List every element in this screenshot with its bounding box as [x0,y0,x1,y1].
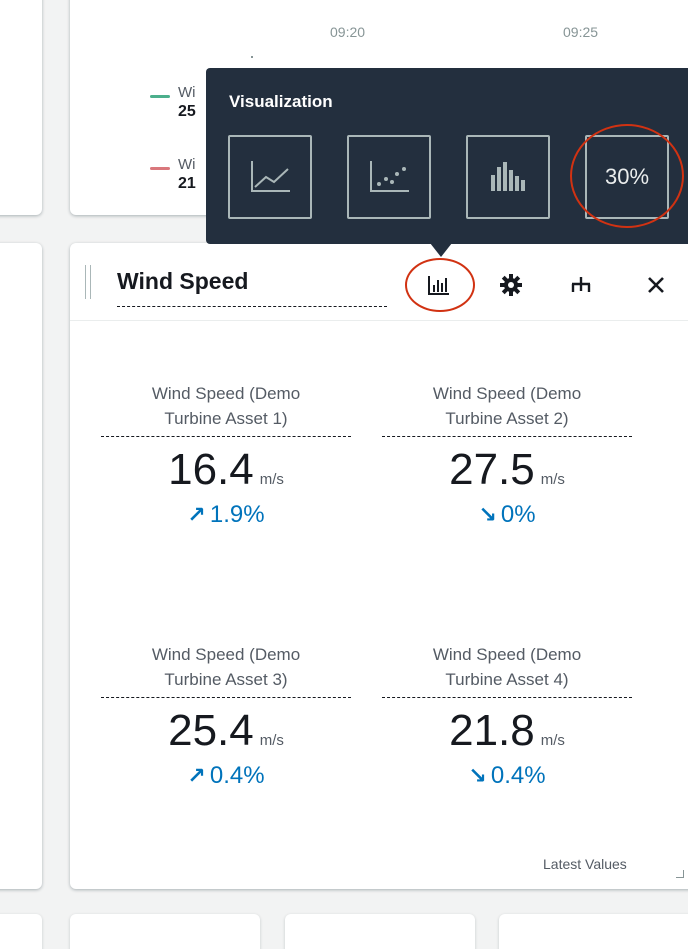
kpi-option-label: 30% [604,164,650,189]
kpi-unit: m/s [259,471,284,488]
kpi-tile: Wind Speed (Demo Turbine Asset 3) 25.4 m/s… [101,642,351,790]
trend-up-icon: ↗ [187,763,206,788]
kpi-delta: 0% [500,501,536,528]
x-axis-tick: 09:20 [330,24,366,40]
bar-chart-icon [491,162,525,191]
kpi-trend: ↘ 0.4% [382,762,632,790]
partial-widget-bottom [285,914,475,949]
kpi-value: 21.8 [449,706,535,755]
kpi-trend: ↘ 0% [382,501,632,529]
chart-point [251,56,253,58]
visualization-button[interactable] [424,270,454,300]
visualization-icon [428,276,449,295]
gear-icon [500,274,522,296]
popover-title: Visualization [229,92,333,111]
kpi-tile: Wind Speed (Demo Turbine Asset 4) 21.8 m/s… [382,642,632,790]
latest-values-label: Latest Values [543,856,627,872]
partial-widget-bottom [70,914,260,949]
bar-chart-option[interactable] [466,135,550,219]
x-axis-tick: 09:25 [563,24,599,40]
visualization-popover: Visualization 30% [206,68,688,244]
close-icon [648,277,664,293]
legend-name: Wi [178,84,196,101]
kpi-unit: m/s [259,732,284,749]
resize-handle[interactable] [676,870,684,878]
legend-swatch [150,95,170,98]
kpi-tile: Wind Speed (Demo Turbine Asset 1) 16.4 m/s… [101,381,351,529]
trend-down-icon: ↘ [478,502,497,527]
kpi-label[interactable]: Wind Speed (Demo Turbine Asset 3) [101,642,351,698]
scatter-chart-icon [370,161,409,192]
close-button[interactable] [641,270,671,300]
kpi-value: 27.5 [449,445,535,494]
kpi-unit: m/s [540,732,565,749]
widget-title[interactable]: Wind Speed [117,268,248,295]
scatter-chart-option[interactable] [347,135,431,219]
legend-swatch [150,167,170,170]
title-underline [117,306,387,307]
kpi-label[interactable]: Wind Speed (Demo Turbine Asset 1) [101,381,351,437]
kpi-delta: 0.4% [490,762,546,789]
trend-up-icon: ↗ [187,502,206,527]
legend-value: 21 [178,175,196,192]
kpi-delta: 1.9% [209,501,265,528]
line-chart-icon [251,161,290,192]
kpi-label[interactable]: Wind Speed (Demo Turbine Asset 4) [382,642,632,698]
kpi-widget [70,243,688,889]
partial-widget-bottom [0,914,42,949]
properties-button[interactable] [566,270,596,300]
legend-name: Wi [178,156,196,173]
popover-pointer [430,243,452,257]
settings-button[interactable] [496,270,526,300]
kpi-unit: m/s [540,471,565,488]
kpi-tile: Wind Speed (Demo Turbine Asset 2) 27.5 m/s… [382,381,632,529]
kpi-delta: 0.4% [209,762,265,789]
kpi-value: 16.4 [168,445,254,494]
partial-widget-left [0,243,42,889]
kpi-trend: ↗ 0.4% [101,762,351,790]
kpi-value: 25.4 [168,706,254,755]
partial-widget-bottom [499,914,688,949]
hierarchy-icon [571,277,591,292]
kpi-trend: ↗ 1.9% [101,501,351,529]
header-divider [70,320,688,321]
drag-handle[interactable] [85,265,91,299]
kpi-option[interactable]: 30% [585,135,669,219]
partial-widget-left-top [0,0,42,215]
legend-value: 25 [178,103,196,120]
trend-down-icon: ↘ [468,763,487,788]
kpi-label[interactable]: Wind Speed (Demo Turbine Asset 2) [382,381,632,437]
line-chart-option[interactable] [228,135,312,219]
